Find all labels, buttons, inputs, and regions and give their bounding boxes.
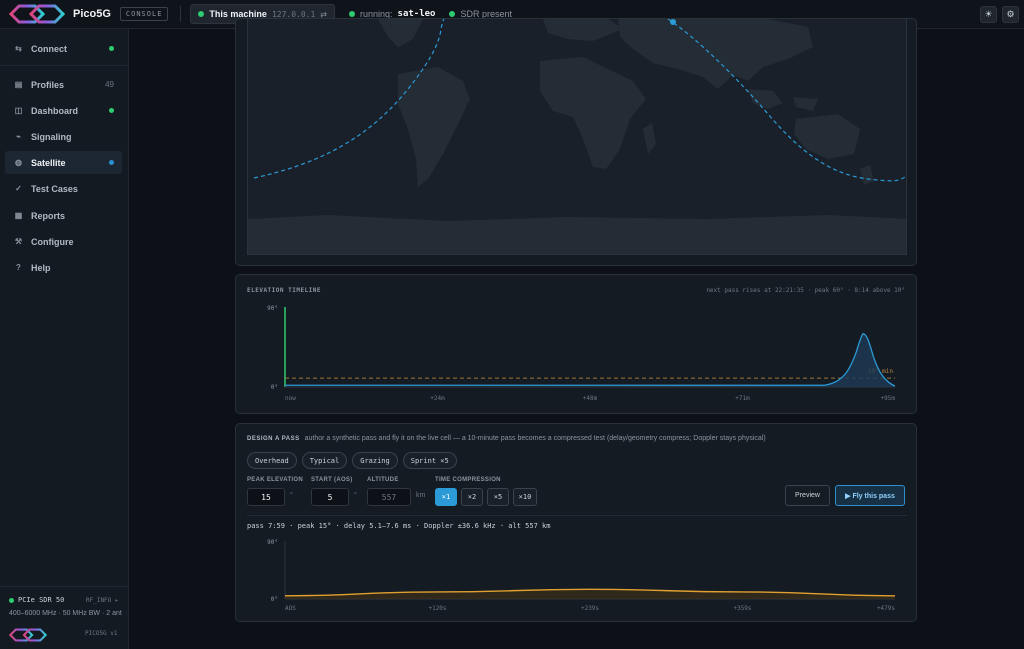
hw-name-label: PCIe SDR 50 xyxy=(18,596,65,604)
satellite-marker-icon xyxy=(670,19,676,25)
satellite-icon: ◍ xyxy=(15,158,22,167)
sidebar-item-label: Satellite xyxy=(31,157,66,168)
elevation-timeline-panel: ELEVATION TIMELINE next pass rises at 22… xyxy=(235,274,917,414)
signaling-icon: ⌁ xyxy=(16,132,21,141)
design-pass-panel: DESIGN A PASS author a synthetic pass and… xyxy=(235,423,917,622)
sidebar-item-test-cases[interactable]: ✓ Test Cases xyxy=(5,177,122,200)
profiles-icon: ▤ xyxy=(14,80,23,89)
rf-info-link[interactable]: RF_INFO ▸ xyxy=(86,597,119,604)
settings-gear-icon[interactable]: ⚙ xyxy=(1002,6,1019,23)
sidebar-item-help[interactable]: ? Help xyxy=(5,256,122,279)
sidebar-item-reports[interactable]: ▦ Reports xyxy=(5,204,122,227)
x-tick-label: +95m xyxy=(881,395,896,402)
status-dot-icon xyxy=(109,108,114,113)
version-label: PICO5G v1 xyxy=(85,630,118,637)
x-tick-label: +71m xyxy=(735,395,750,402)
sidebar-item-label: Reports xyxy=(31,210,66,221)
x-tick-label: +24m xyxy=(430,395,445,402)
sidebar-item-label: Profiles xyxy=(31,79,65,90)
x-tick-label: +120s xyxy=(428,605,446,612)
hw-spec: 400–6000 MHz · 50 MHz BW · 2 ant xyxy=(9,610,122,617)
status-dot-icon xyxy=(109,160,114,165)
world-map-graphic xyxy=(248,19,906,254)
sidebar-item-label: Test Cases xyxy=(31,183,78,194)
x-tick-label: +239s xyxy=(581,605,599,612)
theme-toggle-icon[interactable]: ☀ xyxy=(980,6,997,23)
help-icon: ? xyxy=(16,263,21,272)
sidebar-item-label: Configure xyxy=(31,236,74,247)
hw-name: PCIe SDR 50 xyxy=(9,596,64,604)
sidebar-item-profiles[interactable]: ▤ Profiles 49 xyxy=(5,73,122,96)
x-tick-label: +479s xyxy=(877,605,895,612)
x-tick-label: now xyxy=(285,395,296,402)
count-badge: 49 xyxy=(105,80,114,89)
sidebar: ⇆ Connect ▤ Profiles 49 ◫ Dashboard ⌁ Si… xyxy=(0,29,129,649)
y-tick-label: 90° xyxy=(267,305,278,312)
designed-pass-chart: 90° 0° AOS +120s +239s +359s +479s xyxy=(267,539,895,612)
brand-name: Pico5G xyxy=(73,8,111,20)
pico5g-logo-icon xyxy=(9,4,65,24)
designed-pass-area xyxy=(285,589,895,599)
status-dot-icon xyxy=(109,46,114,51)
status-dot-icon xyxy=(198,11,205,17)
divider xyxy=(180,6,182,22)
elevation-area xyxy=(285,333,895,387)
connect-icon: ⇆ xyxy=(15,44,22,53)
y-tick-label: 0° xyxy=(271,596,278,603)
status-dot-icon xyxy=(349,11,355,17)
x-tick-label: +359s xyxy=(733,605,751,612)
tools-icon: ⚒ xyxy=(14,237,23,246)
y-tick-label: 90° xyxy=(267,539,278,546)
x-tick-label: AOS xyxy=(285,605,296,612)
sidebar-item-dashboard[interactable]: ◫ Dashboard xyxy=(5,99,122,122)
sidebar-item-label: Signaling xyxy=(31,131,72,142)
sidebar-item-connect[interactable]: ⇆ Connect xyxy=(5,37,122,60)
divider xyxy=(0,65,129,66)
world-map[interactable] xyxy=(247,19,907,255)
dashboard-icon: ◫ xyxy=(14,106,23,115)
elevation-chart: 90°0°10° minnow +24m +48m +71m +95m xyxy=(267,305,896,402)
sidebar-item-configure[interactable]: ⚒ Configure xyxy=(5,230,122,253)
sidebar-item-label: Help xyxy=(31,262,51,273)
hardware-footer: PCIe SDR 50 RF_INFO ▸ 400–6000 MHz · 50 … xyxy=(0,586,129,649)
y-tick-label: 0° xyxy=(271,384,278,391)
sidebar-item-satellite[interactable]: ◍ Satellite xyxy=(5,151,122,174)
reports-icon: ▦ xyxy=(14,211,23,220)
x-tick-label: +48m xyxy=(583,395,598,402)
sidebar-item-signaling[interactable]: ⌁ Signaling xyxy=(5,125,122,148)
status-dot-icon xyxy=(449,11,456,17)
sidebar-item-label: Connect xyxy=(31,43,67,54)
check-icon: ✓ xyxy=(15,184,22,193)
sidebar-item-label: Dashboard xyxy=(31,105,79,116)
ground-track-panel xyxy=(235,18,917,266)
status-dot-icon xyxy=(9,597,14,603)
console-tag: CONSOLE xyxy=(119,7,169,21)
pico5g-logo-icon xyxy=(9,628,47,642)
